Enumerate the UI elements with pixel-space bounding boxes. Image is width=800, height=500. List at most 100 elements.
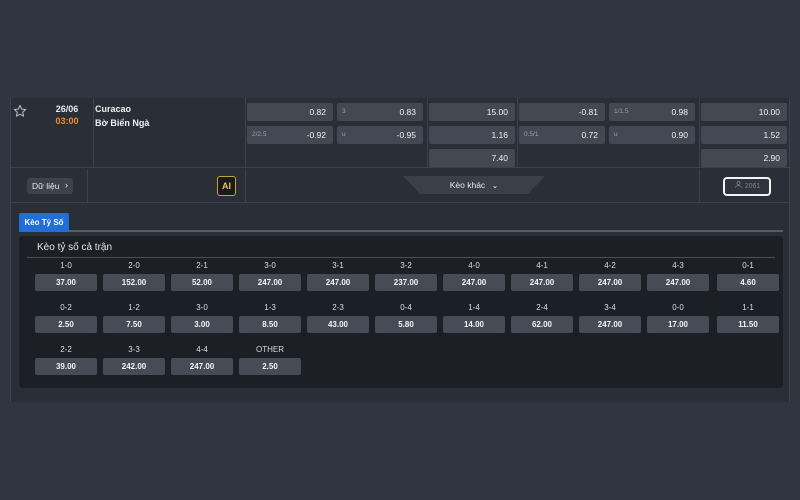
- score-cell: OTHER 2.50: [239, 345, 301, 375]
- handicap-label: 2/2.5: [252, 131, 267, 138]
- score-cell: 3-1 247.00: [307, 261, 369, 291]
- score-odds-button[interactable]: 247.00: [171, 358, 233, 375]
- chevron-right-icon: ›: [65, 180, 68, 190]
- score-label: 0-1: [742, 261, 754, 270]
- odds-value: 1.52: [763, 130, 780, 140]
- score-odds-button[interactable]: 247.00: [307, 274, 369, 291]
- score-odds-button[interactable]: 39.00: [35, 358, 97, 375]
- column-divider: [699, 169, 700, 203]
- score-label: 0-0: [672, 303, 684, 312]
- score-label: 4-3: [672, 261, 684, 270]
- odds-button[interactable]: 7.40: [429, 149, 515, 167]
- score-odds-button[interactable]: 2.50: [35, 316, 97, 333]
- score-odds-button[interactable]: 14.00: [443, 316, 505, 333]
- score-odds-button[interactable]: 247.00: [239, 274, 301, 291]
- statistics-button[interactable]: Dữ liệu ›: [27, 178, 73, 194]
- score-label: 1-1: [742, 303, 754, 312]
- score-cell: 1-0 37.00: [35, 261, 97, 291]
- tab-correct-score[interactable]: Kèo Tỷ Số: [19, 213, 69, 232]
- odds-button[interactable]: 10.00: [701, 103, 787, 121]
- odds-value: -0.95: [396, 130, 416, 140]
- score-odds-button[interactable]: 8.50: [239, 316, 301, 333]
- score-odds-button[interactable]: 4.60: [717, 274, 779, 291]
- odds-button[interactable]: 1/1.5 0.98: [609, 103, 695, 121]
- score-odds-button[interactable]: 3.00: [171, 316, 233, 333]
- odds-button[interactable]: 0.5/1 0.72: [519, 126, 605, 144]
- handicap-label: 3: [342, 108, 346, 115]
- score-cell: 1-2 7.50: [103, 303, 165, 333]
- column-divider: [517, 98, 518, 168]
- score-label: 2-4: [536, 303, 548, 312]
- odds-button[interactable]: 2.90: [701, 149, 787, 167]
- odds-value: 1.16: [491, 130, 508, 140]
- away-team-name: Bờ Biển Ngà: [95, 118, 150, 128]
- score-label: 4-0: [468, 261, 480, 270]
- score-label: 2-0: [128, 261, 140, 270]
- score-odds-button[interactable]: 7.50: [103, 316, 165, 333]
- odds-button[interactable]: -0.81: [519, 103, 605, 121]
- odds-button[interactable]: 1.52: [701, 126, 787, 144]
- more-bets-label: Kèo khác: [449, 180, 486, 190]
- score-odds-button[interactable]: 43.00: [307, 316, 369, 333]
- column-divider: [427, 98, 428, 168]
- score-odds-button[interactable]: 237.00: [375, 274, 437, 291]
- odds-value: 0.90: [671, 130, 688, 140]
- score-odds-button[interactable]: 247.00: [579, 316, 641, 333]
- score-odds-button[interactable]: 247.00: [443, 274, 505, 291]
- chevron-down-icon: ⌄: [491, 181, 499, 190]
- score-odds-button[interactable]: 247.00: [647, 274, 709, 291]
- odds-value: 2.90: [763, 153, 780, 163]
- score-odds-button[interactable]: 242.00: [103, 358, 165, 375]
- score-label: 1-2: [128, 303, 140, 312]
- odds-button[interactable]: u 0.90: [609, 126, 695, 144]
- handicap-label: u: [614, 131, 618, 138]
- watchers-count: 2061: [744, 183, 761, 190]
- score-odds-button[interactable]: 247.00: [511, 274, 573, 291]
- favorite-star-icon[interactable]: [13, 104, 27, 118]
- odds-button[interactable]: 2/2.5 -0.92: [247, 126, 333, 144]
- odds-value: -0.92: [306, 130, 326, 140]
- score-cell: 0-2 2.50: [35, 303, 97, 333]
- odds-button[interactable]: 15.00: [429, 103, 515, 121]
- column-divider: [245, 169, 246, 203]
- match-time: 03:00: [55, 116, 79, 126]
- score-odds-button[interactable]: 37.00: [35, 274, 97, 291]
- odds-button[interactable]: 1.16: [429, 126, 515, 144]
- score-odds-button[interactable]: 11.50: [717, 316, 779, 333]
- score-label: 2-1: [196, 261, 208, 270]
- odds-button[interactable]: 0.82: [247, 103, 333, 121]
- column-divider: [245, 98, 246, 168]
- score-cell: 1-3 8.50: [239, 303, 301, 333]
- odds-value: 0.72: [581, 130, 598, 140]
- score-odds-button[interactable]: 247.00: [579, 274, 641, 291]
- score-cell: 2-1 52.00: [171, 261, 233, 291]
- score-odds-button[interactable]: 62.00: [511, 316, 573, 333]
- odds-button[interactable]: u -0.95: [337, 126, 423, 144]
- home-team-name: Curacao: [95, 104, 132, 114]
- score-odds-button[interactable]: 2.50: [239, 358, 301, 375]
- handicap-label: 0.5/1: [524, 131, 539, 138]
- handicap-label: 1/1.5: [614, 108, 629, 115]
- score-label: 3-0: [196, 303, 208, 312]
- score-cell: 3-4 247.00: [579, 303, 641, 333]
- score-cell: 3-0 3.00: [171, 303, 233, 333]
- tab-strip: [19, 230, 783, 232]
- score-cell: 4-1 247.00: [511, 261, 573, 291]
- score-odds-button[interactable]: 52.00: [171, 274, 233, 291]
- handicap-label: u: [342, 131, 346, 138]
- score-odds-button[interactable]: 5.80: [375, 316, 437, 333]
- score-label: 0-4: [400, 303, 412, 312]
- score-odds-button[interactable]: 17.00: [647, 316, 709, 333]
- user-icon: [734, 181, 742, 188]
- ai-prediction-icon[interactable]: AI: [217, 176, 236, 196]
- more-bets-button[interactable]: Kèo khác ⌄: [403, 176, 545, 194]
- odds-value: -0.81: [578, 107, 598, 117]
- score-cell: 1-1 11.50: [717, 303, 779, 333]
- score-label: 3-3: [128, 345, 140, 354]
- column-divider: [93, 98, 94, 168]
- watchers-button[interactable]: 2061: [723, 177, 771, 196]
- match-actions-row: Dữ liệu › AI Kèo khác ⌄ 2061: [11, 169, 791, 203]
- odds-button[interactable]: 3 0.83: [337, 103, 423, 121]
- score-cell: 2-3 43.00: [307, 303, 369, 333]
- score-odds-button[interactable]: 152.00: [103, 274, 165, 291]
